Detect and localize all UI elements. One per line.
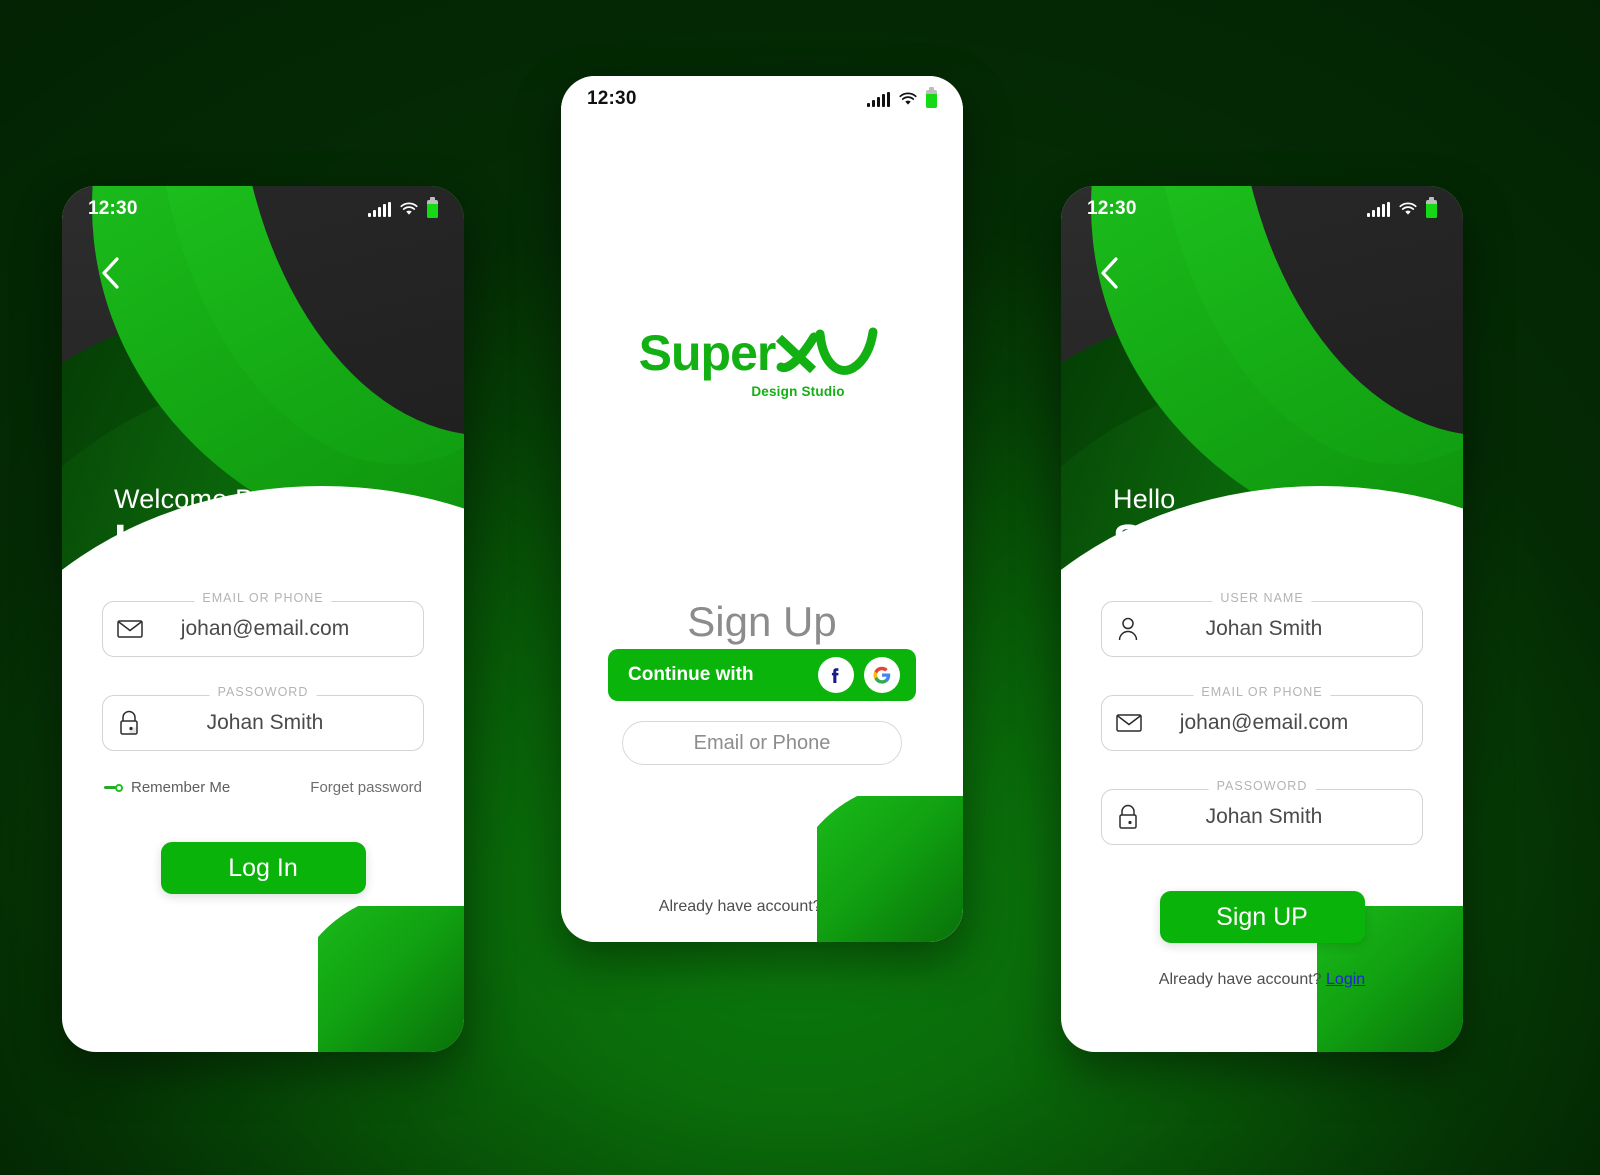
register-form: USER NAME Johan Smith EMAIL OR PHONE joh… [1061, 591, 1463, 989]
google-icon[interactable] [864, 657, 900, 693]
logo-row: Super [561, 324, 963, 382]
back-chevron-icon [102, 257, 119, 289]
signup-screen-card: 12:30 Super Design Studio Sign Up It's e… [561, 76, 963, 942]
password-label: PASSOWORD [209, 685, 317, 699]
wifi-icon [899, 92, 917, 106]
email-or-phone-field[interactable]: EMAIL OR PHONE johan@email.com [102, 591, 424, 657]
signup-footer-text: Already have account? [658, 898, 822, 915]
login-options-row: Remember Me Forget password [102, 779, 424, 796]
sign-up-button[interactable]: Sign UP [1159, 891, 1365, 943]
status-bar-time: 12:30 [88, 198, 138, 219]
register-heading-main: Sign Up! [1113, 515, 1300, 566]
signup-footer: Already have account? Login [561, 898, 963, 916]
email-or-phone-button[interactable]: Email or Phone [622, 721, 902, 765]
status-bar: 12:30 [561, 76, 963, 122]
login-form: EMAIL OR PHONE johan@email.com PASSOWORD… [62, 591, 464, 894]
login-screen-card: 12:30 Welcome Back. Log In! EMAIL OR PHO… [62, 186, 464, 1052]
envelope-icon [1116, 713, 1150, 733]
battery-icon [427, 197, 438, 218]
email-or-phone-label: EMAIL OR PHONE [194, 591, 332, 605]
email-or-phone-field[interactable]: EMAIL OR PHONE johan@email.com [1101, 685, 1423, 751]
password-label: PASSOWORD [1208, 779, 1316, 793]
person-icon [1116, 616, 1150, 642]
password-field[interactable]: PASSOWORD Johan Smith [102, 685, 424, 751]
password-field[interactable]: PASSOWORD Johan Smith [1101, 779, 1423, 845]
battery-icon [926, 87, 937, 108]
remember-me-control[interactable]: Remember Me [104, 779, 230, 796]
back-button[interactable] [1097, 256, 1123, 290]
password-value[interactable]: Johan Smith [1150, 805, 1408, 829]
back-chevron-icon [1101, 257, 1118, 289]
logo-tagline: Design Studio [751, 384, 845, 399]
signal-bars-icon [1367, 201, 1390, 217]
toggle-switch-icon[interactable] [104, 783, 123, 792]
signup-title: Sign Up [687, 598, 837, 645]
login-heading-main: Log In! [114, 515, 266, 566]
brand-logo: Super Design Studio [561, 324, 963, 399]
email-or-phone-value[interactable]: johan@email.com [1150, 711, 1408, 735]
register-screen-card: 12:30 Hello Sign Up! USER NAME Johan Smi… [1061, 186, 1463, 1052]
register-heading-sub: Hello [1113, 484, 1176, 514]
login-link[interactable]: Login [1326, 971, 1365, 988]
status-bar-icons [368, 197, 438, 218]
wifi-icon [400, 202, 418, 216]
password-value[interactable]: Johan Smith [151, 711, 409, 735]
facebook-icon[interactable] [818, 657, 854, 693]
status-bar: 12:30 [1061, 186, 1463, 232]
status-bar-time: 12:30 [587, 88, 637, 109]
user-name-value[interactable]: Johan Smith [1150, 617, 1408, 641]
email-or-phone-value[interactable]: johan@email.com [151, 617, 409, 641]
register-footer-text: Already have account? [1158, 971, 1322, 988]
status-bar-icons [1367, 197, 1437, 218]
social-buttons [818, 657, 900, 693]
user-name-label: USER NAME [1212, 591, 1312, 605]
signal-bars-icon [368, 201, 391, 217]
battery-icon [1426, 197, 1437, 218]
envelope-icon [117, 619, 151, 639]
register-heading: Hello Sign Up! [1113, 484, 1300, 566]
user-name-field[interactable]: USER NAME Johan Smith [1101, 591, 1423, 657]
log-in-button[interactable]: Log In [160, 842, 366, 894]
card-corner-accent [318, 906, 464, 1052]
wifi-icon [1399, 202, 1417, 216]
logo-wordmark: Super [638, 325, 777, 381]
x-swoosh-logo-icon [773, 324, 885, 382]
lock-icon [117, 710, 151, 736]
status-bar: 12:30 [62, 186, 464, 232]
signup-body [561, 76, 963, 942]
lock-icon [1116, 804, 1150, 830]
login-link[interactable]: Login [826, 898, 865, 915]
login-heading: Welcome Back. Log In! [114, 484, 304, 566]
status-bar-icons [867, 87, 937, 108]
back-button[interactable] [98, 256, 124, 290]
signal-bars-icon [867, 91, 890, 107]
continue-with-button[interactable]: Continue with [608, 649, 916, 701]
remember-me-label: Remember Me [131, 779, 231, 796]
register-footer: Already have account? Login [1101, 971, 1423, 989]
continue-with-label: Continue with [628, 664, 754, 685]
login-heading-sub: Welcome Back. [114, 484, 304, 514]
email-or-phone-label: EMAIL OR PHONE [1193, 685, 1331, 699]
status-bar-time: 12:30 [1087, 198, 1137, 219]
forget-password-link[interactable]: Forget password [310, 779, 422, 796]
